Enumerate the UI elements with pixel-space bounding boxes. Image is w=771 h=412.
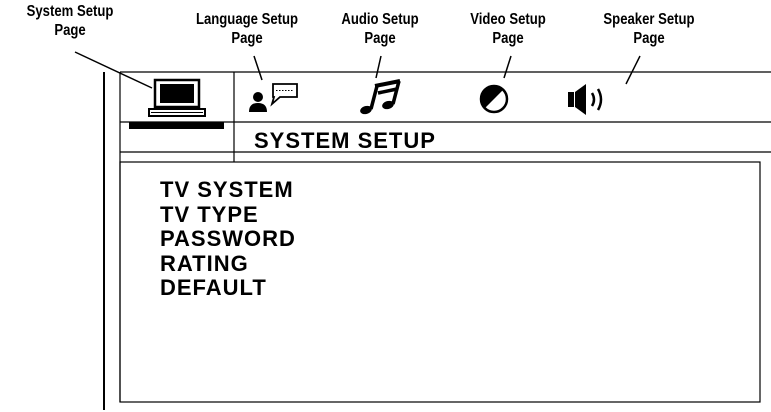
setup-menu-frame — [74, 51, 771, 410]
leader-line-language — [253, 55, 263, 81]
monitor-icon[interactable] — [148, 78, 206, 117]
menu-item-rating[interactable]: RATING — [160, 251, 296, 277]
menu-item-default[interactable]: DEFAULT — [160, 275, 296, 301]
menu-item-password[interactable]: PASSWORD — [160, 226, 296, 252]
leader-line-system — [74, 51, 153, 89]
menu-item-tv-system[interactable]: TV SYSTEM — [160, 177, 296, 203]
menu-item-tv-type[interactable]: TV TYPE — [160, 202, 296, 228]
music-note-icon[interactable] — [359, 79, 401, 115]
language-icon[interactable] — [249, 83, 298, 112]
selected-tab-indicator — [129, 122, 224, 129]
contrast-icon[interactable] — [479, 84, 509, 114]
leader-line-speaker — [625, 55, 641, 85]
menu-list: TV SYSTEM TV TYPE PASSWORD RATING DEFAUL… — [160, 177, 296, 301]
page-title: SYSTEM SETUP — [254, 128, 436, 153]
leader-line-video — [503, 55, 512, 79]
leader-line-audio — [375, 55, 382, 79]
speaker-icon[interactable] — [568, 84, 603, 115]
